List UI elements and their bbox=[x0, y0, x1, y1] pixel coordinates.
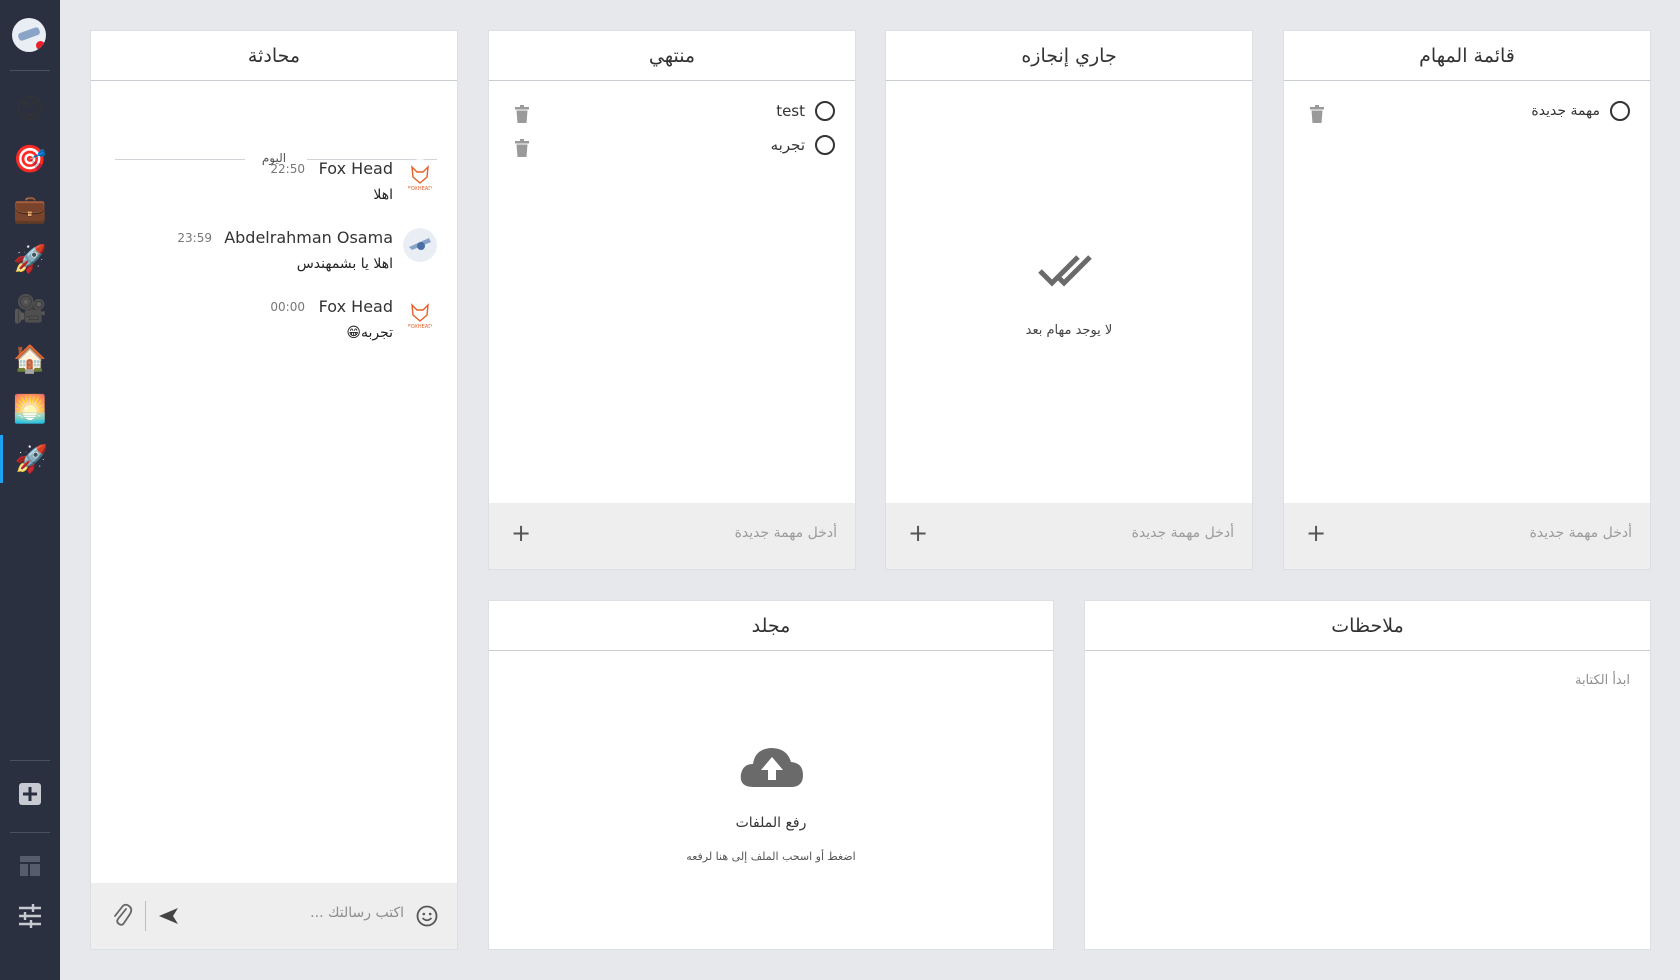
chat-message: FOXHEAD Fox Head 00:00 تجربه😁 bbox=[97, 297, 437, 357]
notes-placeholder: ابدأ الكتابة bbox=[1574, 673, 1630, 688]
add-task-button[interactable]: + bbox=[509, 521, 533, 545]
new-task-input[interactable]: أدخل مهمة جديدة bbox=[1530, 525, 1632, 541]
task-text[interactable]: test bbox=[776, 102, 805, 120]
cloud-upload-icon bbox=[740, 748, 803, 787]
upload-dropzone[interactable]: رفع الملفات اضغط أو اسحب الملف إلى هنا ل… bbox=[489, 651, 1053, 949]
done-column: منتهي test تجربه أدخل مهمة جديدة + bbox=[488, 30, 856, 570]
plus-icon: + bbox=[510, 519, 532, 547]
sidebar-divider bbox=[10, 832, 50, 833]
sender-name: Fox Head bbox=[318, 297, 393, 316]
sidebar-app-target[interactable]: 🎯 bbox=[0, 135, 60, 183]
message-input[interactable]: اكتب رسالتك ... bbox=[310, 905, 404, 921]
rocket-icon: 🚀 bbox=[13, 243, 47, 275]
folder-panel: مجلد رفع الملفات اضغط أو اسحب الملف إلى … bbox=[488, 600, 1054, 950]
task-item: تجربه bbox=[771, 135, 835, 155]
message-text: تجربه😁 bbox=[346, 325, 393, 341]
settings-sliders-icon bbox=[19, 904, 41, 928]
smiley-icon: 😊 bbox=[15, 93, 45, 125]
double-check-icon bbox=[1038, 255, 1092, 287]
new-task-bar: أدخل مهمة جديدة + bbox=[1284, 503, 1650, 569]
paperclip-icon[interactable] bbox=[111, 903, 133, 929]
in-progress-title: جاري إنجازه bbox=[886, 31, 1252, 81]
upload-hint: اضغط أو اسحب الملف إلى هنا لرفعه bbox=[686, 850, 856, 863]
movie-camera-icon: 🎥 bbox=[13, 293, 47, 325]
notes-title: ملاحظات bbox=[1085, 601, 1650, 651]
sidebar-app-briefcase[interactable]: 💼 bbox=[0, 185, 60, 233]
add-app-icon bbox=[19, 783, 41, 805]
new-task-bar: أدخل مهمة جديدة + bbox=[489, 503, 855, 569]
input-divider bbox=[145, 901, 146, 931]
svg-text:FOXHEAD: FOXHEAD bbox=[408, 324, 432, 330]
in-progress-column: جاري إنجازه لا يوجد مهام بعد أدخل مهمة ج… bbox=[885, 30, 1253, 570]
message-time: 00:00 bbox=[270, 300, 305, 314]
sidebar-app-rocket-active[interactable]: 🚀 bbox=[0, 435, 60, 483]
plus-icon: + bbox=[1305, 519, 1327, 547]
svg-text:FOXHEAD: FOXHEAD bbox=[408, 186, 432, 192]
notes-textarea[interactable]: ابدأ الكتابة bbox=[1085, 651, 1650, 949]
task-text[interactable]: مهمة جديدة bbox=[1531, 103, 1600, 119]
sidebar-app-house[interactable]: 🏠 bbox=[0, 335, 60, 383]
abdelrahman-osama-avatar[interactable] bbox=[403, 228, 437, 262]
add-app-button[interactable] bbox=[16, 780, 44, 808]
user-avatar-logo[interactable] bbox=[12, 18, 46, 52]
task-text[interactable]: تجربه bbox=[771, 136, 805, 154]
task-item: test bbox=[776, 101, 835, 121]
message-text: اهلا يا بشمهندس bbox=[296, 256, 393, 272]
new-task-bar: أدخل مهمة جديدة + bbox=[886, 503, 1252, 569]
notification-dot-icon bbox=[36, 41, 45, 50]
plus-icon: + bbox=[907, 519, 929, 547]
chat-title: محادثة bbox=[91, 31, 457, 81]
folder-title: مجلد bbox=[489, 601, 1053, 651]
chat-message: FOXHEAD Fox Head 22:50 اهلا bbox=[97, 159, 437, 219]
trash-icon[interactable] bbox=[515, 139, 529, 157]
send-icon[interactable] bbox=[157, 906, 179, 926]
sidebar-divider bbox=[10, 760, 50, 761]
fox-head-avatar[interactable]: FOXHEAD bbox=[403, 159, 437, 193]
todo-column: قائمة المهام مهمة جديدة أدخل مهمة جديدة … bbox=[1283, 30, 1651, 570]
message-time: 22:50 bbox=[270, 162, 305, 176]
task-checkbox[interactable] bbox=[815, 135, 835, 155]
add-task-button[interactable]: + bbox=[1304, 521, 1328, 545]
sidebar-app-rocket[interactable]: 🚀 bbox=[0, 235, 60, 283]
rocket-icon: 🚀 bbox=[14, 443, 49, 475]
chat-message: Abdelrahman Osama 23:59 اهلا يا بشمهندس bbox=[97, 228, 437, 288]
upload-title: رفع الملفات bbox=[735, 815, 807, 831]
sidebar-app-movie-camera[interactable]: 🎥 bbox=[0, 285, 60, 333]
task-item: مهمة جديدة bbox=[1531, 101, 1630, 121]
add-task-button[interactable]: + bbox=[906, 521, 930, 545]
task-checkbox[interactable] bbox=[1610, 101, 1630, 121]
house-icon: 🏠 bbox=[13, 343, 47, 375]
app-sidebar: 😊 🎯 💼 🚀 🎥 🏠 🌅 🚀 bbox=[0, 0, 60, 980]
dashboard-layout-icon bbox=[20, 856, 40, 876]
message-time: 23:59 bbox=[177, 231, 212, 245]
dashboard-layout-button[interactable] bbox=[16, 852, 44, 880]
sender-name: Abdelrahman Osama bbox=[224, 228, 393, 247]
chat-input-bar: اكتب رسالتك ... bbox=[91, 883, 457, 949]
sidebar-app-smiley[interactable]: 😊 bbox=[0, 85, 60, 133]
target-icon: 🎯 bbox=[13, 143, 47, 175]
done-title: منتهي bbox=[489, 31, 855, 81]
sender-name: Fox Head bbox=[318, 159, 393, 178]
settings-button[interactable] bbox=[16, 902, 44, 930]
emoji-icon[interactable] bbox=[415, 904, 439, 928]
task-checkbox[interactable] bbox=[815, 101, 835, 121]
fox-head-avatar[interactable]: FOXHEAD bbox=[403, 297, 437, 331]
new-task-input[interactable]: أدخل مهمة جديدة bbox=[735, 525, 837, 541]
empty-state-text: لا يوجد مهام بعد bbox=[1025, 323, 1113, 338]
message-text: اهلا bbox=[373, 187, 393, 203]
briefcase-icon: 💼 bbox=[13, 193, 47, 225]
trash-icon[interactable] bbox=[515, 105, 529, 123]
sidebar-app-sunset[interactable]: 🌅 bbox=[0, 385, 60, 433]
todo-title: قائمة المهام bbox=[1284, 31, 1650, 81]
chat-panel: محادثة اليوم FOXHEAD Fox Head 22:50 اهلا… bbox=[90, 30, 458, 950]
sidebar-divider bbox=[10, 70, 50, 71]
notes-panel: ملاحظات ابدأ الكتابة bbox=[1084, 600, 1651, 950]
new-task-input[interactable]: أدخل مهمة جديدة bbox=[1132, 525, 1234, 541]
trash-icon[interactable] bbox=[1310, 105, 1324, 123]
sunset-icon: 🌅 bbox=[13, 393, 47, 425]
